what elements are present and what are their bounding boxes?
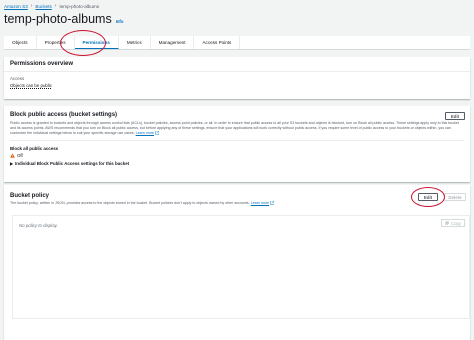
tab-access-points[interactable]: Access Points bbox=[194, 36, 241, 49]
bucket-policy-panel: Bucket policy Edit Delete The bucket pol… bbox=[4, 185, 470, 340]
breadcrumb-current: temp-photo-albums bbox=[59, 3, 100, 9]
individual-settings-label: Individual Block Public Access settings … bbox=[15, 161, 130, 166]
access-label: Access bbox=[10, 76, 25, 81]
block-public-access-panel: Block public access (bucket settings) Ed… bbox=[4, 106, 470, 182]
copy-button[interactable]: Copy bbox=[441, 219, 465, 227]
permissions-overview-title: Permissions overview bbox=[4, 57, 470, 72]
copy-icon bbox=[445, 221, 449, 225]
permissions-overview-panel: Permissions overview Access Objects can … bbox=[4, 57, 470, 99]
info-link[interactable]: Info bbox=[116, 19, 124, 24]
bucket-policy-edit-button[interactable]: Edit bbox=[418, 193, 438, 201]
block-public-access-learn-more-link[interactable]: Learn more bbox=[136, 131, 154, 135]
tab-objects[interactable]: Objects bbox=[4, 36, 37, 49]
block-public-access-title: Block public access (bucket settings) bbox=[10, 112, 118, 118]
page-title: temp-photo-albums bbox=[4, 12, 112, 26]
bucket-policy-title: Bucket policy bbox=[10, 193, 50, 199]
tab-management[interactable]: Management bbox=[151, 36, 195, 49]
bucket-policy-editor: No policy to display. Copy bbox=[12, 215, 470, 319]
breadcrumb-separator-icon: › bbox=[54, 3, 57, 9]
no-policy-text: No policy to display. bbox=[19, 223, 58, 228]
breadcrumb-buckets[interactable]: Buckets bbox=[35, 4, 51, 9]
tab-bar: Objects Properties Permissions Metrics M… bbox=[4, 36, 470, 50]
tab-permissions[interactable]: Permissions bbox=[74, 36, 119, 49]
access-value: Objects can be public bbox=[10, 83, 52, 88]
copy-button-label: Copy bbox=[451, 220, 461, 226]
bucket-policy-learn-more-link[interactable]: Learn more bbox=[251, 201, 269, 205]
individual-settings-expander[interactable]: ▶ Individual Block Public Access setting… bbox=[10, 161, 464, 166]
tab-properties[interactable]: Properties bbox=[37, 36, 75, 49]
bucket-policy-description: The bucket policy, written in JSON, prov… bbox=[10, 201, 464, 206]
bucket-policy-description-text: The bucket policy, written in JSON, prov… bbox=[10, 201, 250, 205]
warning-icon bbox=[10, 153, 15, 158]
block-public-access-description: Public access is granted to buckets and … bbox=[10, 121, 464, 136]
breadcrumb: Amazon S3 › Buckets › temp-photo-albums bbox=[4, 3, 99, 9]
bucket-policy-delete-button[interactable]: Delete bbox=[444, 193, 466, 201]
external-link-icon bbox=[270, 201, 274, 205]
caret-right-icon: ▶ bbox=[10, 161, 14, 166]
block-public-access-edit-button[interactable]: Edit bbox=[445, 112, 465, 120]
block-all-status: Off bbox=[10, 153, 464, 158]
tab-metrics[interactable]: Metrics bbox=[119, 36, 151, 49]
external-link-icon bbox=[155, 131, 159, 135]
breadcrumb-separator-icon: › bbox=[30, 3, 33, 9]
breadcrumb-amazon-s3[interactable]: Amazon S3 bbox=[4, 4, 28, 9]
block-all-status-text: Off bbox=[17, 153, 23, 158]
page-header: temp-photo-albums Info bbox=[4, 12, 123, 26]
block-public-access-description-text: Public access is granted to buckets and … bbox=[10, 121, 459, 135]
block-all-label: Block all public access bbox=[10, 146, 59, 151]
